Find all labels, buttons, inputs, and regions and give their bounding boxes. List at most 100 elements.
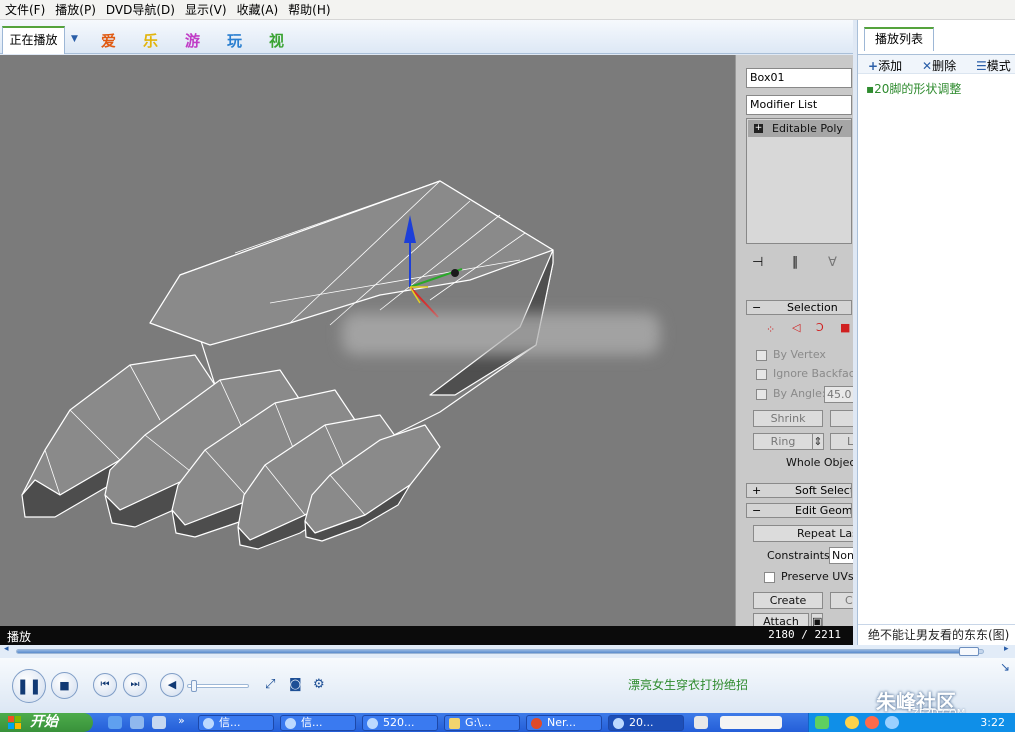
windows-logo-icon: [8, 716, 21, 729]
marquee-link[interactable]: 漂亮女生穿衣打扮绝招: [628, 676, 748, 693]
seek-fill: [17, 650, 970, 653]
collapse-icon: −: [752, 301, 762, 314]
tab-channel-play[interactable]: 玩: [227, 30, 242, 51]
rewind-arrow-icon[interactable]: ◂: [4, 644, 9, 654]
menu-help[interactable]: 帮助(H): [283, 1, 335, 18]
task-button-6[interactable]: 20...: [608, 715, 684, 731]
menu-favorites[interactable]: 收藏(A): [232, 1, 284, 18]
video-frame[interactable]: Box01 Modifier List + Editable Poly ⊣ ∥ …: [0, 55, 853, 626]
modifier-list-dropdown[interactable]: Modifier List: [746, 95, 852, 115]
previous-button[interactable]: ⏮: [93, 673, 117, 697]
calculator-icon[interactable]: [694, 716, 708, 729]
border-mode-icon[interactable]: Ͻ: [816, 321, 824, 334]
object-name-field[interactable]: Box01: [746, 68, 852, 88]
task-button-3[interactable]: 520...: [362, 715, 438, 731]
tray-app-icon[interactable]: [885, 716, 899, 729]
task-button-5[interactable]: Ner...: [526, 715, 602, 731]
seek-bar[interactable]: ◂ ▸: [0, 644, 1015, 658]
clock: 3:22: [980, 716, 1005, 729]
tab-now-playing[interactable]: 正在播放: [2, 26, 65, 54]
screenshot-icon[interactable]: ◙: [289, 677, 302, 692]
attach-button[interactable]: Attach: [753, 613, 809, 626]
show-end-result-icon[interactable]: ∥: [792, 255, 799, 270]
preserve-uvs-checkbox[interactable]: Preserve UVs: [764, 570, 853, 583]
tray-arrow-icon[interactable]: [815, 716, 829, 729]
volume-slider[interactable]: [187, 680, 249, 692]
app-icon: [203, 718, 214, 729]
chevron-down-icon[interactable]: ▼: [71, 34, 78, 44]
collapse-icon: −: [752, 504, 762, 517]
rollout-selection[interactable]: − Selection: [746, 300, 852, 315]
ignore-backfacing-checkbox[interactable]: Ignore Backfacing: [756, 367, 853, 380]
by-angle-checkbox[interactable]: By Angle:: [756, 387, 826, 400]
tab-channel-video[interactable]: 视: [269, 30, 284, 51]
desktop-icon[interactable]: [130, 716, 144, 729]
ring-spinner[interactable]: ⇕: [812, 433, 824, 450]
tab-channel-game[interactable]: 游: [185, 30, 200, 51]
polygon-mode-icon[interactable]: ■: [840, 321, 850, 334]
playlist-item[interactable]: ▪20脚的形状调整: [866, 80, 961, 97]
pause-button[interactable]: ❚❚: [12, 669, 46, 703]
grow-button[interactable]: [830, 410, 853, 427]
attach-list-button[interactable]: ▣: [811, 613, 823, 626]
mode-button[interactable]: ☰模式: [976, 57, 1011, 74]
stop-button[interactable]: ■: [51, 672, 78, 699]
speaker-icon[interactable]: ◀: [160, 673, 184, 697]
play-state: 播放: [7, 630, 32, 644]
seek-thumb[interactable]: [959, 647, 980, 656]
volume-thumb[interactable]: [190, 680, 197, 692]
rollout-soft-selection[interactable]: + Soft Selection: [746, 483, 852, 498]
rollout-soft-selection-label: Soft Selection: [795, 484, 851, 497]
stack-item-editable-poly[interactable]: + Editable Poly: [748, 120, 851, 137]
make-unique-icon[interactable]: ∀: [828, 255, 837, 270]
fullscreen-icon[interactable]: ⤢: [265, 677, 275, 692]
media-player-icon[interactable]: [152, 716, 166, 729]
menu-dvd-nav[interactable]: DVD导航(D): [101, 1, 180, 18]
task-label-1: 信...: [219, 716, 241, 729]
task-button-1[interactable]: 信...: [198, 715, 274, 731]
more-icon[interactable]: »: [178, 714, 185, 727]
playlist-footer-link[interactable]: 绝不能让男友看的东东(图): [858, 624, 1015, 645]
add-button[interactable]: +添加: [868, 57, 902, 74]
by-angle-label: By Angle:: [773, 387, 826, 400]
constraints-dropdown[interactable]: None: [829, 547, 853, 564]
tab-bar: 正在播放 ▼ 爱 乐 游 玩 视: [0, 20, 853, 54]
task-button-2[interactable]: 信...: [280, 715, 356, 731]
app-icon: [367, 718, 378, 729]
tab-channel-music[interactable]: 乐: [143, 30, 158, 51]
shrink-button[interactable]: Shrink: [753, 410, 823, 427]
ie-icon[interactable]: [108, 716, 122, 729]
rollout-edit-geometry[interactable]: − Edit Geometry: [746, 503, 852, 518]
loop-button[interactable]: L: [830, 433, 853, 450]
next-button[interactable]: ⏭: [123, 673, 147, 697]
vertex-mode-icon[interactable]: ⁘: [766, 323, 775, 336]
modifier-stack: + Editable Poly: [746, 118, 852, 244]
tab-playlist[interactable]: 播放列表: [864, 27, 934, 51]
tab-channel-love[interactable]: 爱: [101, 30, 116, 51]
delete-button[interactable]: ✕删除: [922, 57, 956, 74]
angle-spinner[interactable]: 45.0: [824, 386, 853, 403]
task-button-4[interactable]: G:\...: [444, 715, 520, 731]
menu-file[interactable]: 文件(F): [0, 1, 50, 18]
repeat-last-button[interactable]: Repeat Last: [753, 525, 853, 542]
by-vertex-checkbox[interactable]: By Vertex: [756, 348, 826, 361]
menu-view[interactable]: 显示(V): [180, 1, 232, 18]
ring-button[interactable]: Ring: [753, 433, 813, 450]
resize-grip-icon[interactable]: ↘: [1000, 660, 1010, 674]
pin-stack-icon[interactable]: ⊣: [752, 255, 763, 270]
tray-app-icon[interactable]: [845, 716, 859, 729]
edge-mode-icon[interactable]: ◁: [792, 321, 800, 334]
tray-app-icon[interactable]: [865, 716, 879, 729]
forward-arrow-icon[interactable]: ▸: [1004, 644, 1009, 654]
start-label: 开始: [30, 714, 58, 730]
settings-gear-icon[interactable]: ⚙: [313, 677, 325, 692]
collapse-button[interactable]: C: [830, 592, 853, 609]
expand-icon[interactable]: +: [754, 124, 763, 133]
preserve-uvs-label: Preserve UVs: [781, 570, 853, 583]
time-counter: 2180 / 2211: [768, 628, 841, 641]
menu-play[interactable]: 播放(P): [50, 1, 101, 18]
create-button[interactable]: Create: [753, 592, 823, 609]
seek-track[interactable]: [16, 647, 984, 656]
nero-search-logo[interactable]: [720, 716, 782, 729]
start-button[interactable]: 开始: [0, 713, 93, 732]
